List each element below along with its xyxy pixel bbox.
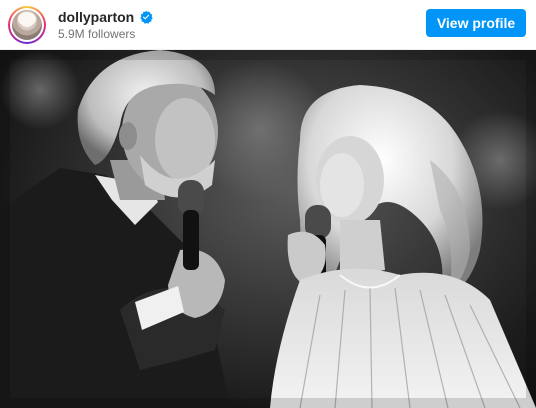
avatar-image: [12, 10, 42, 40]
username-row: dollyparton: [58, 9, 153, 25]
post-header: dollyparton 5.9M followers View profile: [0, 0, 536, 50]
view-profile-button[interactable]: View profile: [426, 9, 526, 37]
follower-count: 5.9M followers: [58, 27, 136, 41]
avatar-frame: [10, 8, 44, 42]
post-photo[interactable]: [0, 50, 536, 408]
verified-badge-icon: [139, 10, 153, 24]
username[interactable]: dollyparton: [58, 9, 134, 25]
photo-illustration: [0, 50, 536, 408]
profile-avatar[interactable]: [8, 6, 46, 44]
